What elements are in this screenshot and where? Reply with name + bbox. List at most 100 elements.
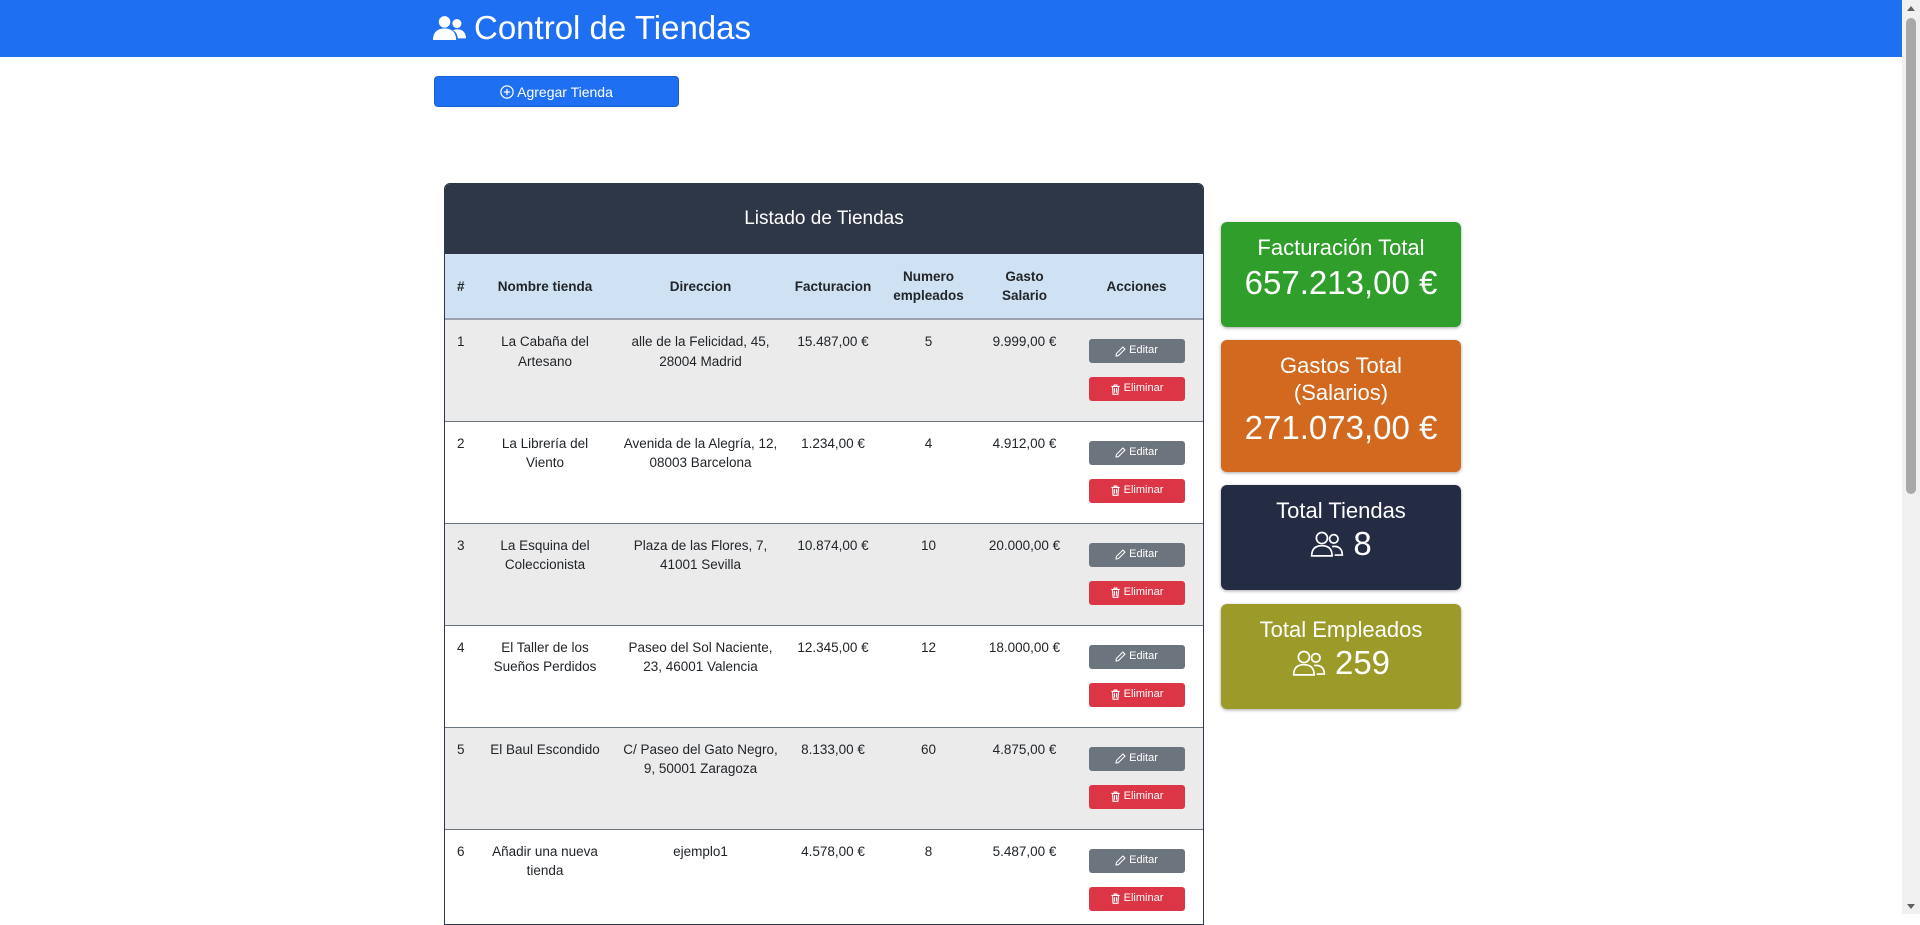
top-navbar: Control de Tiendas [0,0,1902,57]
expenses-total-title: Gastos Total (Salarios) [1280,353,1402,405]
trash-icon [1111,893,1120,904]
cell-address: alle de la Felicidad, 45, 28004 Madrid [631,334,770,369]
cell-index: 6 [457,843,465,859]
cell-salary: 4.875,00 € [992,741,1057,757]
table-row: 1 La Cabaña del Artesano alle de la Felici… [445,319,1203,421]
expenses-total-value: 271.073,00 € [1244,409,1438,446]
cell-salary: 18.000,00 € [988,639,1061,655]
cell-actions: Editar Eliminar [1070,319,1203,421]
delete-button[interactable]: Eliminar [1088,682,1185,707]
delete-button[interactable]: Eliminar [1088,886,1185,911]
cell-index: 4 [457,639,465,655]
edit-label: Editar [1129,649,1158,662]
delete-label: Eliminar [1123,382,1164,395]
cell-revenue: 12.345,00 € [797,639,869,655]
col-header-address: Direccion [613,254,788,320]
cell-salary: 9.999,00 € [992,334,1057,349]
pencil-icon [1115,549,1126,560]
delete-button[interactable]: Eliminar [1088,377,1185,401]
revenue-total-value: 657.213,00 € [1244,264,1438,301]
scroll-up-arrow-icon[interactable] [1902,0,1920,16]
edit-label: Editar [1129,547,1158,560]
edit-label: Editar [1129,853,1158,866]
delete-button[interactable]: Eliminar [1088,580,1185,605]
vertical-scrollbar[interactable] [1902,0,1920,914]
cell-address: Plaza de las Flores, 7, 41001 Sevilla [633,537,768,573]
cell-employees: 10 [920,537,937,553]
cell-address: ejemplo1 [673,843,728,859]
cell-store-name: La Librería del Viento [501,435,589,471]
pencil-icon [1115,345,1126,357]
add-store-button[interactable]: Agregar Tienda [434,76,679,107]
expenses-total-card: Gastos Total (Salarios) 271.073,00 € [1221,340,1461,472]
edit-button[interactable]: Editar [1088,339,1185,363]
scrollbar-thumb[interactable] [1906,18,1916,494]
cell-store-name: El Baul Escondido [490,741,600,757]
edit-label: Editar [1129,445,1158,458]
table-row: 6 Añadir una nueva tienda ejemplo1 4.578,00… [445,829,1203,924]
edit-label: Editar [1129,751,1158,764]
pencil-icon [1115,753,1126,764]
edit-button[interactable]: Editar [1088,542,1185,567]
cell-revenue: 10.874,00 € [797,537,869,553]
edit-button[interactable]: Editar [1088,644,1185,669]
cell-index: 5 [457,741,465,757]
app-title: Control de Tiendas [474,9,752,46]
cell-revenue: 15.487,00 € [797,334,869,349]
edit-button[interactable]: Editar [1088,746,1185,771]
cell-employees: 12 [920,639,937,655]
cell-address: Avenida de la Alegría, 12, 08003 Barcelo… [623,435,778,471]
delete-label: Eliminar [1123,585,1164,598]
edit-label: Editar [1129,344,1158,357]
cell-salary: 4.912,00 € [992,435,1057,451]
table-row: 3 La Esquina del Coleccionista Plaza de la… [445,523,1203,625]
pencil-icon [1115,855,1126,866]
cell-store-name: La Cabaña del Artesano [501,334,589,369]
revenue-total-title: Facturación Total [1257,235,1425,260]
table-row: 5 El Baul Escondido C/ Paseo del Gato Negr… [445,727,1203,829]
cell-revenue: 4.578,00 € [801,843,865,859]
delete-button[interactable]: Eliminar [1088,784,1185,809]
stores-total-card: Total Tiendas 8 [1221,485,1461,590]
trash-icon [1111,587,1120,598]
table-header-row: # Nombre tienda Direccion Facturacion Nu… [445,254,1203,320]
app-brand[interactable]: Control de Tiendas [433,6,751,50]
cell-actions: Editar Eliminar [1070,523,1203,625]
stores-total-row: 8 [1221,524,1461,564]
stores-total-value: 8 [1353,525,1372,562]
cell-employees: 4 [924,435,933,451]
edit-button[interactable]: Editar [1088,440,1185,465]
revenue-total-card: Facturación Total 657.213,00 € [1221,222,1461,327]
cell-index: 2 [457,435,465,451]
delete-label: Eliminar [1123,789,1164,802]
cell-index: 3 [457,537,465,553]
cell-store-name: La Esquina del Coleccionista [500,537,590,573]
col-header-revenue: Facturacion [788,254,878,320]
people-icon [1311,531,1344,557]
cell-employees: 60 [920,741,937,757]
pencil-icon [1115,651,1126,662]
delete-label: Eliminar [1123,891,1164,904]
cell-actions: Editar Eliminar [1070,421,1203,523]
delete-label: Eliminar [1123,687,1164,700]
stores-table-card: Listado de Tiendas # Nombre tienda Direc… [444,183,1204,925]
cell-actions: Editar Eliminar [1070,829,1203,924]
stores-total-title: Total Tiendas [1276,498,1406,523]
cell-address: C/ Paseo del Gato Negro, 9, 50001 Zarago… [623,741,778,777]
edit-button[interactable]: Editar [1088,848,1185,873]
cell-employees: 8 [924,843,933,859]
employees-total-card: Total Empleados 259 [1221,604,1461,709]
add-store-label: Agregar Tienda [517,83,613,100]
col-header-salary: Gasto Salario [979,254,1070,320]
people-fill-icon [433,15,466,40]
pencil-icon [1115,447,1126,458]
scroll-down-arrow-icon[interactable] [1902,898,1920,914]
table-row: 4 El Taller de los Sueños Perdidos Paseo d… [445,625,1203,727]
table-row: 2 La Librería del Viento Avenida de la Ale… [445,421,1203,523]
cell-address: Paseo del Sol Naciente, 23, 46001 Valenc… [628,639,773,675]
plus-circle-icon [500,84,514,99]
delete-label: Eliminar [1123,483,1164,496]
table-title: Listado de Tiendas [445,184,1203,254]
delete-button[interactable]: Eliminar [1088,478,1185,503]
cell-actions: Editar Eliminar [1070,727,1203,829]
